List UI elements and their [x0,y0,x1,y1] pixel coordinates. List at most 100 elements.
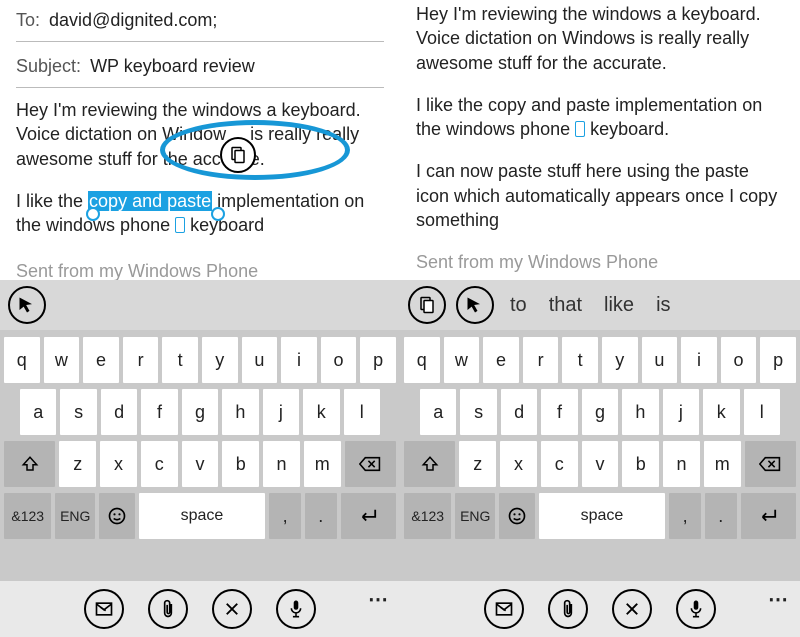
send-button[interactable] [484,589,524,629]
key-g[interactable]: g [182,389,218,435]
mic-button[interactable] [276,589,316,629]
signature-text[interactable]: Sent from my Windows Phone [16,259,384,280]
selected-text[interactable]: copy and paste [88,191,212,211]
key-c[interactable]: c [541,441,578,487]
key-q[interactable]: q [404,337,440,383]
key-j[interactable]: j [263,389,299,435]
close-button[interactable] [212,589,252,629]
key-comma[interactable]: , [269,493,301,539]
key-language[interactable]: ENG [455,493,495,539]
cursor-mode-button[interactable] [8,286,46,324]
attach-button[interactable] [548,589,588,629]
send-button[interactable] [84,589,124,629]
key-x[interactable]: x [500,441,537,487]
key-j[interactable]: j [663,389,699,435]
suggestion-word[interactable]: that [543,294,588,317]
key-shift[interactable] [4,441,55,487]
to-value[interactable]: david@dignited.com; [49,10,217,30]
email-compose-area[interactable]: Hey I'm reviewing the windows a keyboard… [400,0,800,280]
body-text[interactable]: copy and paste [488,95,610,115]
key-b[interactable]: b [622,441,659,487]
key-w[interactable]: w [444,337,480,383]
key-g[interactable]: g [582,389,618,435]
body-paragraph-1[interactable]: Hey I'm reviewing the windows a keyboard… [416,2,784,75]
key-z[interactable]: z [59,441,96,487]
mic-button[interactable] [676,589,716,629]
body-paragraph-3[interactable]: I can now paste stuff here using the pas… [416,159,784,232]
cursor-mode-button[interactable] [456,286,494,324]
key-u[interactable]: u [242,337,278,383]
suggestion-word[interactable]: to [504,294,533,317]
key-a[interactable]: a [420,389,456,435]
key-t[interactable]: t [562,337,598,383]
key-n[interactable]: n [663,441,700,487]
key-i[interactable]: i [681,337,717,383]
key-r[interactable]: r [523,337,559,383]
key-backspace[interactable] [345,441,396,487]
subject-value[interactable]: WP keyboard review [90,56,255,76]
body-paragraph-2[interactable]: I like the copy and paste implementation… [416,93,784,142]
attach-button[interactable] [148,589,188,629]
key-h[interactable]: h [622,389,658,435]
selection-handle-start[interactable] [86,207,100,221]
key-period[interactable]: . [705,493,737,539]
key-w[interactable]: w [44,337,80,383]
key-enter[interactable] [341,493,396,539]
key-y[interactable]: y [602,337,638,383]
key-t[interactable]: t [162,337,198,383]
key-y[interactable]: y [202,337,238,383]
key-comma[interactable]: , [669,493,701,539]
key-enter[interactable] [741,493,796,539]
key-o[interactable]: o [721,337,757,383]
key-d[interactable]: d [101,389,137,435]
close-button[interactable] [612,589,652,629]
body-text[interactable]: keyboard [185,215,264,235]
key-x[interactable]: x [100,441,137,487]
key-s[interactable]: s [60,389,96,435]
key-m[interactable]: m [304,441,341,487]
key-emoji[interactable] [99,493,135,539]
key-space[interactable]: space [539,493,666,539]
key-symbols[interactable]: &123 [4,493,51,539]
key-language[interactable]: ENG [55,493,95,539]
key-o[interactable]: o [321,337,357,383]
more-button[interactable]: ⋯ [368,587,390,612]
key-backspace[interactable] [745,441,796,487]
key-period[interactable]: . [305,493,337,539]
key-shift[interactable] [404,441,455,487]
body-text[interactable]: I like the [16,191,88,211]
key-l[interactable]: l [744,389,780,435]
key-u[interactable]: u [642,337,678,383]
key-v[interactable]: v [182,441,219,487]
suggestion-word[interactable]: is [650,294,676,317]
more-button[interactable]: ⋯ [768,587,790,612]
body-paragraph-2[interactable]: I like the copy and paste implementation… [16,189,384,238]
key-i[interactable]: i [281,337,317,383]
key-z[interactable]: z [459,441,496,487]
key-h[interactable]: h [222,389,258,435]
to-row[interactable]: To: david@dignited.com; [16,6,384,39]
key-k[interactable]: k [703,389,739,435]
key-d[interactable]: d [501,389,537,435]
copy-button[interactable] [220,137,256,173]
body-text[interactable]: keyboard. [585,119,669,139]
key-e[interactable]: e [483,337,519,383]
selection-handle-end[interactable] [211,207,225,221]
key-c[interactable]: c [141,441,178,487]
key-b[interactable]: b [222,441,259,487]
key-l[interactable]: l [344,389,380,435]
key-s[interactable]: s [460,389,496,435]
email-compose-area[interactable]: To: david@dignited.com; Subject: WP keyb… [0,0,400,280]
paste-button[interactable] [408,286,446,324]
key-e[interactable]: e [83,337,119,383]
key-f[interactable]: f [541,389,577,435]
signature-text[interactable]: Sent from my Windows Phone [416,250,784,274]
key-k[interactable]: k [303,389,339,435]
body-text[interactable]: I like the [416,95,488,115]
suggestion-word[interactable]: like [598,294,640,317]
key-p[interactable]: p [760,337,796,383]
key-symbols[interactable]: &123 [404,493,451,539]
key-v[interactable]: v [582,441,619,487]
key-emoji[interactable] [499,493,535,539]
key-p[interactable]: p [360,337,396,383]
